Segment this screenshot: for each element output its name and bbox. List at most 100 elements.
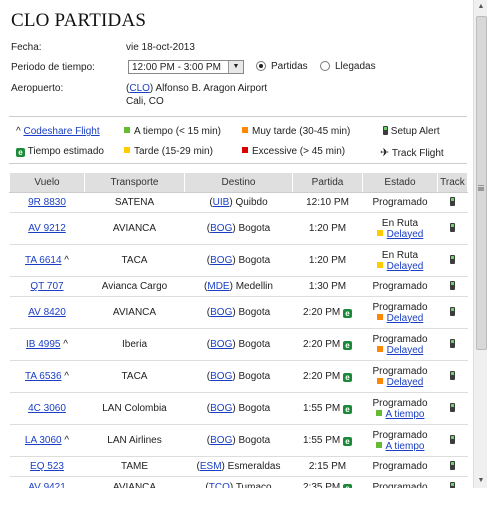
status-sub-link[interactable]: Delayed (387, 377, 424, 388)
legend-setup-alert[interactable]: Setup Alert (383, 126, 440, 137)
chevron-down-icon[interactable]: ▼ (228, 61, 243, 73)
departure-cell: 2:15 PM (292, 456, 363, 477)
flight-link[interactable]: 4C 3060 (28, 403, 66, 414)
phone-icon[interactable] (450, 281, 455, 290)
flight-link[interactable]: EQ 523 (30, 461, 64, 472)
status-sub-link[interactable]: Delayed (387, 313, 424, 324)
track-cell (437, 424, 468, 457)
flight-link[interactable]: AV 9212 (28, 223, 66, 234)
status-square-icon (375, 409, 382, 416)
phone-icon[interactable] (450, 403, 455, 412)
scroll-down-icon[interactable]: ▼ (474, 474, 487, 488)
legend-track-flight[interactable]: ✈ Track Flight (380, 146, 444, 159)
period-select[interactable]: 12:00 PM - 3:00 PM ▼ (128, 60, 244, 74)
radio-partidas[interactable] (256, 61, 266, 71)
departure-time: 2:20 PM (302, 307, 341, 318)
carrier-cell: Avianca Cargo (84, 276, 185, 297)
phone-icon[interactable] (450, 339, 455, 348)
radio-llegadas-label[interactable]: Llegadas (335, 61, 376, 72)
status-cell: Programado Delayed (362, 328, 438, 361)
flight-link[interactable]: 9R 8830 (28, 197, 66, 208)
radio-partidas-label[interactable]: Partidas (271, 61, 308, 72)
track-cell (437, 360, 468, 393)
dest-code-link[interactable]: BOG (210, 435, 232, 446)
table-row: AV 9212 AVIANCA (BOG) Bogota 1:20 PM En Ruta… (9, 212, 468, 245)
dest-code-link[interactable]: MDE (207, 281, 229, 292)
flight-link[interactable]: AV 9421 (28, 482, 66, 488)
dest-code-link[interactable]: UIB (213, 197, 230, 208)
phone-icon[interactable] (450, 197, 455, 206)
status-sub-link[interactable]: Delayed (387, 261, 424, 272)
flight-link[interactable]: IB 4995 (26, 339, 60, 350)
dest-code-link[interactable]: BOG (210, 403, 232, 414)
departure-cell: 1:20 PM (292, 244, 363, 277)
orange-square-icon (242, 127, 248, 133)
departure-cell: 2:20 PM e (292, 360, 363, 393)
status-sub-link[interactable]: A tiempo (386, 409, 425, 420)
status-sub-link[interactable]: Delayed (387, 345, 424, 356)
track-cell (437, 328, 468, 361)
status-square-icon (376, 313, 383, 320)
period-select-value: 12:00 PM - 3:00 PM (132, 62, 221, 73)
scroll-thumb[interactable] (476, 16, 487, 350)
flight-link[interactable]: TA 6536 (25, 371, 62, 382)
fecha-value: vie 18-oct-2013 (126, 42, 195, 53)
scroll-up-icon[interactable]: ▲ (474, 0, 487, 14)
dest-code-link[interactable]: BOG (210, 223, 232, 234)
setup-alert-label[interactable]: Setup Alert (391, 126, 440, 137)
status-square-icon (376, 229, 383, 236)
flight-link[interactable]: QT 707 (30, 281, 63, 292)
status-sub-link[interactable]: Delayed (387, 229, 424, 240)
col-vuelo[interactable]: Vuelo (9, 172, 85, 193)
status-sub-link[interactable]: A tiempo (386, 441, 425, 452)
table-row: 4C 3060 LAN Colombia (BOG) Bogota 1:55 PM e… (9, 392, 468, 425)
phone-icon[interactable] (450, 461, 455, 470)
legend-codeshare[interactable]: ^ Codeshare Flight (16, 126, 100, 137)
col-transporte[interactable]: Transporte (84, 172, 185, 193)
departure-time: 1:55 PM (302, 403, 341, 414)
legend-muy-tarde: Muy tarde (30-45 min) (242, 126, 350, 137)
col-partida[interactable]: Partida (292, 172, 363, 193)
airport-code-link[interactable]: CLO (129, 83, 150, 94)
divider (9, 163, 467, 164)
flight-link[interactable]: TA 6614 (25, 255, 62, 266)
dest-code-link[interactable]: ESM (200, 461, 222, 472)
col-track[interactable]: Track (437, 172, 468, 193)
dest-code-link[interactable]: BOG (210, 255, 232, 266)
departure-cell: 1:55 PM e (292, 392, 363, 425)
dest-code-link[interactable]: BOG (210, 371, 232, 382)
phone-icon[interactable] (450, 255, 455, 264)
col-destino[interactable]: Destino (184, 172, 293, 193)
phone-icon[interactable] (450, 371, 455, 380)
phone-icon[interactable] (450, 223, 455, 232)
dest-name: Bogota (238, 371, 271, 382)
status-cell: Programado A tiempo (362, 424, 438, 457)
dest-code-link[interactable]: BOG (210, 307, 232, 318)
flight-link[interactable]: AV 8420 (28, 307, 66, 318)
phone-icon[interactable] (450, 435, 455, 444)
dest-name: Bogota (238, 403, 271, 414)
flight-link[interactable]: LA 3060 (25, 435, 62, 446)
track-cell (437, 212, 468, 245)
legend-excessive: Excessive (> 45 min) (242, 146, 345, 157)
carrier-cell: SATENA (84, 192, 185, 213)
estimated-e-icon: e (343, 405, 353, 414)
phone-icon[interactable] (450, 482, 455, 488)
phone-icon[interactable] (450, 307, 455, 316)
codeshare-link[interactable]: Codeshare Flight (23, 126, 99, 137)
vertical-scrollbar[interactable]: ▲ ▼ (473, 0, 487, 488)
airport-line: (CLO) Alfonso B. Aragon Airport (126, 83, 268, 94)
radio-llegadas[interactable] (320, 61, 330, 71)
phone-icon (383, 126, 388, 135)
dest-code-link[interactable]: TCO (209, 482, 230, 488)
destination-cell: (BOG) Bogota (184, 212, 293, 245)
flight-cell: QT 707 (9, 276, 85, 297)
col-estado[interactable]: Estado (362, 172, 438, 193)
destination-cell: (BOG) Bogota (184, 360, 293, 393)
dest-code-link[interactable]: BOG (210, 339, 232, 350)
destination-cell: (BOG) Bogota (184, 296, 293, 329)
status-text: En Ruta (381, 217, 419, 229)
destination-cell: (BOG) Bogota (184, 328, 293, 361)
track-flight-label[interactable]: Track Flight (392, 148, 444, 159)
dest-name: Esmeraldas (227, 461, 281, 472)
